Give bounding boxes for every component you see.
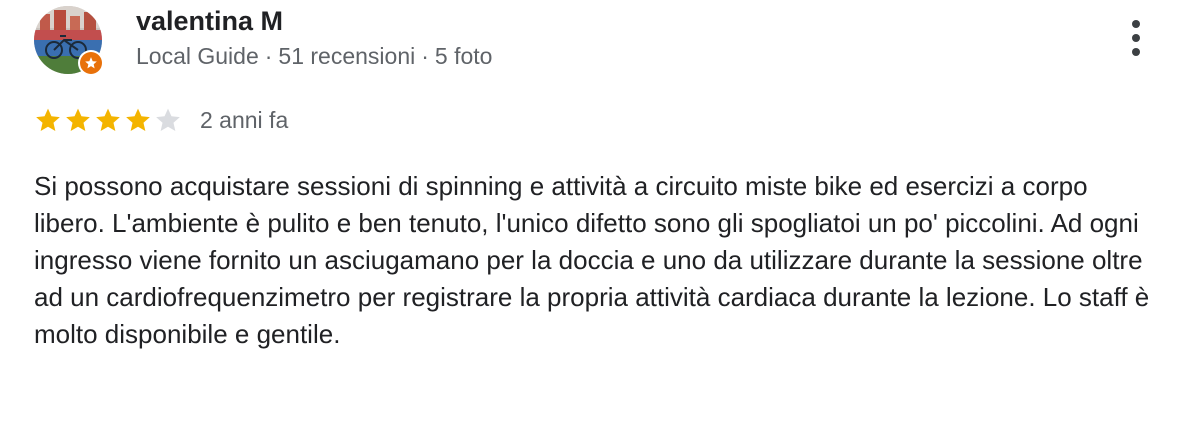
more-options-button[interactable] bbox=[1118, 14, 1154, 62]
star-filled-icon bbox=[36, 108, 60, 131]
local-guide-badge bbox=[78, 50, 104, 76]
photos-count: 5 foto bbox=[434, 43, 493, 69]
rating-row: 2 anni fa bbox=[34, 104, 288, 136]
star-filled-icon bbox=[66, 108, 90, 131]
review-date: 2 anni fa bbox=[200, 107, 289, 133]
review-card: valentina M Local Guide · 51 recensioni · 5 … bbox=[0, 0, 1200, 447]
local-guide-star-icon bbox=[80, 52, 102, 74]
star-filled-icon bbox=[96, 108, 120, 131]
author-badge-label: Local Guide bbox=[136, 43, 259, 69]
meta-separator: · bbox=[421, 43, 429, 69]
reviews-count: 51 recensioni bbox=[278, 43, 416, 69]
star-filled-icon bbox=[126, 108, 150, 131]
star-empty-icon bbox=[156, 108, 180, 131]
review-text: Si possono acquistare sessioni di spinni… bbox=[34, 171, 1150, 349]
star-rating bbox=[34, 106, 182, 134]
more-vert-icon bbox=[1132, 20, 1140, 56]
avatar[interactable] bbox=[34, 6, 106, 76]
meta-separator: · bbox=[264, 43, 273, 69]
author-name[interactable]: valentina M bbox=[136, 6, 283, 36]
author-meta: Local Guide · 51 recensioni · 5 foto bbox=[136, 42, 492, 70]
